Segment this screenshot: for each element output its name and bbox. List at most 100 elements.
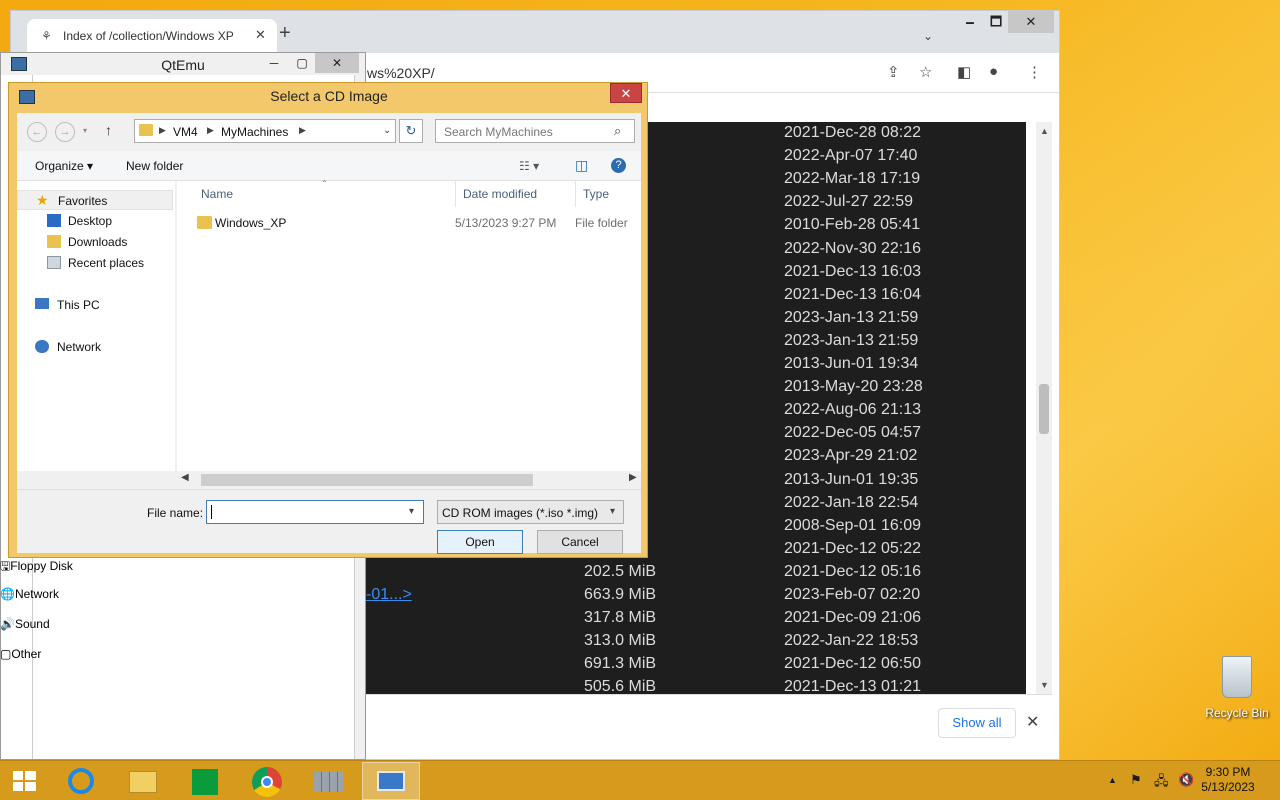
desktop-icon <box>47 214 61 227</box>
nav-network[interactable]: Network <box>17 337 173 357</box>
horizontal-scrollbar[interactable]: ◀ ▶ <box>177 471 641 488</box>
share-icon[interactable]: ⇪ <box>887 63 900 81</box>
listing-date: 2021-Dec-12 05:22 <box>784 539 921 557</box>
tab-close-icon[interactable]: ✕ <box>255 27 266 43</box>
nav-desktop[interactable]: Desktop <box>17 211 173 231</box>
select-cd-dialog: Select a CD Image ✕ ← → ▾ ↑ ▶ VM4 ▶ MyMa… <box>8 82 648 558</box>
search-placeholder: Search MyMachines <box>444 125 553 139</box>
show-all-button[interactable]: Show all <box>938 708 1016 738</box>
listing-date: 2010-Feb-28 05:41 <box>784 216 921 234</box>
tab-search-chevron-icon[interactable]: ⌄ <box>923 29 933 43</box>
listing-size: 317.8 MiB <box>584 609 657 627</box>
nav-favorites[interactable]: ★ Favorites <box>17 190 173 210</box>
column-separator <box>455 181 456 207</box>
recycle-bin-shortcut[interactable]: Recycle Bin <box>1204 652 1270 724</box>
menu-kebab-icon[interactable]: ⋮ <box>1027 63 1042 81</box>
navigation-pane: ★ Favorites Desktop Downloads Recent pla… <box>17 181 175 471</box>
start-button[interactable] <box>0 762 48 800</box>
listing-date: 2023-Jan-13 21:59 <box>784 331 919 349</box>
breadcrumb-vm4[interactable]: VM4 <box>173 125 198 139</box>
qtemu-maximize-button[interactable]: ▢ <box>287 53 317 73</box>
bookmark-star-icon[interactable]: ☆ <box>919 63 932 81</box>
preview-pane-icon[interactable]: ◫ <box>575 157 588 174</box>
qtemu-minimize-button[interactable]: ─ <box>259 53 289 73</box>
file-list: ⌃ Name Date modified Type Windows_XP 5/1… <box>177 179 641 471</box>
url-text[interactable]: ws%20XP/ <box>367 65 435 81</box>
recycle-bin-icon <box>1222 656 1252 698</box>
archive-favicon-icon: ⚘ <box>41 29 52 43</box>
breadcrumb-mymachines[interactable]: MyMachines <box>221 125 288 139</box>
scroll-right-icon[interactable]: ▶ <box>629 472 637 483</box>
file-row[interactable]: Windows_XP 5/13/2023 9:27 PM File folder <box>177 213 641 235</box>
search-input[interactable]: Search MyMachines ⌕ <box>435 119 635 143</box>
qtemu-option-label: Sound <box>14 617 50 631</box>
address-bar[interactable]: ▶ VM4 ▶ MyMachines ▶ ⌄ <box>134 119 396 143</box>
nav-this-pc[interactable]: This PC <box>17 295 173 315</box>
column-date-modified[interactable]: Date modified <box>463 187 537 201</box>
scroll-up-icon[interactable]: ▲ <box>1040 126 1049 136</box>
column-type[interactable]: Type <box>583 187 609 201</box>
column-name[interactable]: Name <box>201 187 233 201</box>
dialog-close-button[interactable]: ✕ <box>610 83 642 103</box>
cancel-button[interactable]: Cancel <box>537 530 623 554</box>
show-hidden-icons-icon[interactable]: ▲ <box>1108 775 1117 785</box>
address-dropdown-icon[interactable]: ⌄ <box>383 125 391 136</box>
listing-row: -01...> 663.9 MiB 2023-Feb-07 02:20 <box>366 584 1026 607</box>
qtemu-option-sound[interactable]: 🔊Sound <box>0 617 50 631</box>
download-bar-close-icon[interactable]: ✕ <box>1026 712 1039 732</box>
folder-icon <box>197 216 212 229</box>
file-name-dropdown-icon[interactable]: ▾ <box>409 506 414 517</box>
listing-date: 2021-Dec-12 05:16 <box>784 562 921 580</box>
open-button[interactable]: Open <box>437 530 523 554</box>
file-name-label: File name: <box>147 506 204 520</box>
nav-recent-places[interactable]: Recent places <box>17 253 173 273</box>
nav-thispc-label: This PC <box>57 298 100 312</box>
computer-icon <box>35 298 49 309</box>
listing-size: 505.6 MiB <box>584 678 657 694</box>
listing-date: 2013-Jun-01 19:35 <box>784 470 919 488</box>
filter-dropdown-icon: ▾ <box>610 506 616 517</box>
listing-link[interactable]: -01...> <box>366 586 412 604</box>
qtemu-option-network[interactable]: 🌐Network <box>0 587 59 601</box>
view-options-icon[interactable]: ☷ ▾ <box>519 159 539 173</box>
network-status-icon[interactable]: 🖧 <box>1154 772 1169 794</box>
taskbar-store[interactable] <box>176 762 234 800</box>
taskbar-chrome[interactable] <box>238 762 296 800</box>
listing-row: 505.6 MiB 2021-Dec-13 01:21 <box>366 676 1026 694</box>
file-name-input[interactable]: ▾ <box>206 500 424 524</box>
taskbar-internet-explorer[interactable] <box>52 762 110 800</box>
profile-avatar-icon[interactable]: ● <box>989 63 998 80</box>
new-tab-icon[interactable]: + <box>279 23 291 43</box>
scroll-down-icon[interactable]: ▼ <box>1040 680 1049 690</box>
file-type-filter[interactable]: CD ROM images (*.iso *.img) ▾ <box>437 500 624 524</box>
help-icon[interactable]: ? <box>611 158 626 173</box>
floppy-disk-icon: 🖫 <box>0 559 11 573</box>
text-caret <box>211 505 212 519</box>
back-arrow-icon[interactable]: ← <box>27 122 47 142</box>
browser-tab[interactable]: ⚘ Index of /collection/Windows XP ✕ <box>27 19 277 53</box>
horizontal-scroll-thumb[interactable] <box>201 474 533 486</box>
scroll-thumb[interactable] <box>1039 384 1049 434</box>
action-center-flag-icon[interactable]: ⚑ <box>1130 772 1142 788</box>
system-clock[interactable]: 9:30 PM 5/13/2023 <box>1190 765 1266 795</box>
star-icon: ★ <box>36 192 49 208</box>
qtemu-close-button[interactable]: ✕ <box>315 53 359 73</box>
forward-arrow-icon[interactable]: → <box>55 122 75 142</box>
qtemu-option-floppy-disk[interactable]: 🖫Floppy Disk <box>0 557 73 578</box>
close-button[interactable]: ✕ <box>1008 11 1054 33</box>
nav-downloads[interactable]: Downloads <box>17 232 173 252</box>
file-explorer-icon <box>129 771 157 793</box>
nav-downloads-label: Downloads <box>68 235 128 249</box>
refresh-button[interactable]: ↻ <box>399 119 423 143</box>
up-arrow-icon[interactable]: ↑ <box>105 122 112 138</box>
recent-locations-chevron-icon[interactable]: ▾ <box>83 126 87 135</box>
side-panel-icon[interactable]: ◧ <box>957 63 971 81</box>
scroll-left-icon[interactable]: ◀ <box>181 472 189 483</box>
taskbar-firewall[interactable] <box>300 762 358 800</box>
page-scrollbar[interactable]: ▲ ▼ <box>1036 122 1052 694</box>
taskbar-qtemu[interactable] <box>362 762 420 800</box>
new-folder-button[interactable]: New folder <box>126 159 183 173</box>
taskbar-file-explorer[interactable] <box>114 762 172 800</box>
organize-menu[interactable]: Organize ▾ <box>35 159 93 173</box>
qtemu-option-other[interactable]: ▢Other <box>0 647 41 661</box>
